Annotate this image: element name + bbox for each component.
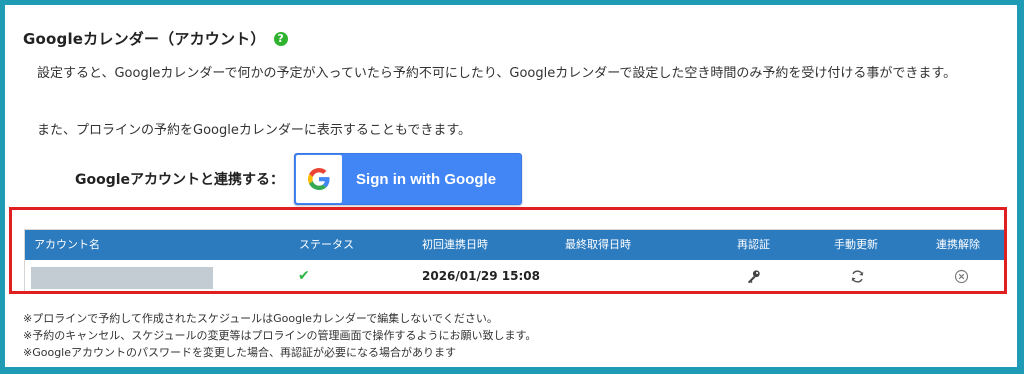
note-item: ※プロラインで予約して作成されたスケジュールはGoogleカレンダーで編集しない… [23,312,498,325]
google-logo-icon [296,155,343,203]
highlight-box [9,207,1007,294]
note-item: ※予約のキャンセル、スケジュールの変更等はプロラインの管理画面で操作するようにお… [23,329,537,342]
note-item: ※Googleアカウントのパスワードを変更した場合、再認証が必要になる場合があり… [23,346,457,359]
google-link-row: Googleアカウントと連携する： Sign in with Google [75,153,523,205]
description-text: 設定すると、Googleカレンダーで何かの予定が入っていたら予約不可にしたり、G… [37,66,957,81]
help-icon[interactable]: ? [273,31,288,46]
notes: ※プロラインで予約して作成されたスケジュールはGoogleカレンダーで編集しない… [23,310,536,361]
section-header: Googleカレンダー（アカウント） ? [23,28,288,49]
sign-in-with-google-button[interactable]: Sign in with Google [294,153,523,205]
description-text-2: また、プロラインの予約をGoogleカレンダーに表示することもできます。 [37,123,472,138]
link-label: Googleアカウントと連携する： [75,172,285,188]
settings-panel: Googleカレンダー（アカウント） ? 設定すると、Googleカレンダーで何… [5,5,1017,367]
sign-in-label: Sign in with Google [356,170,497,188]
section-title: Googleカレンダー（アカウント） [23,30,266,48]
